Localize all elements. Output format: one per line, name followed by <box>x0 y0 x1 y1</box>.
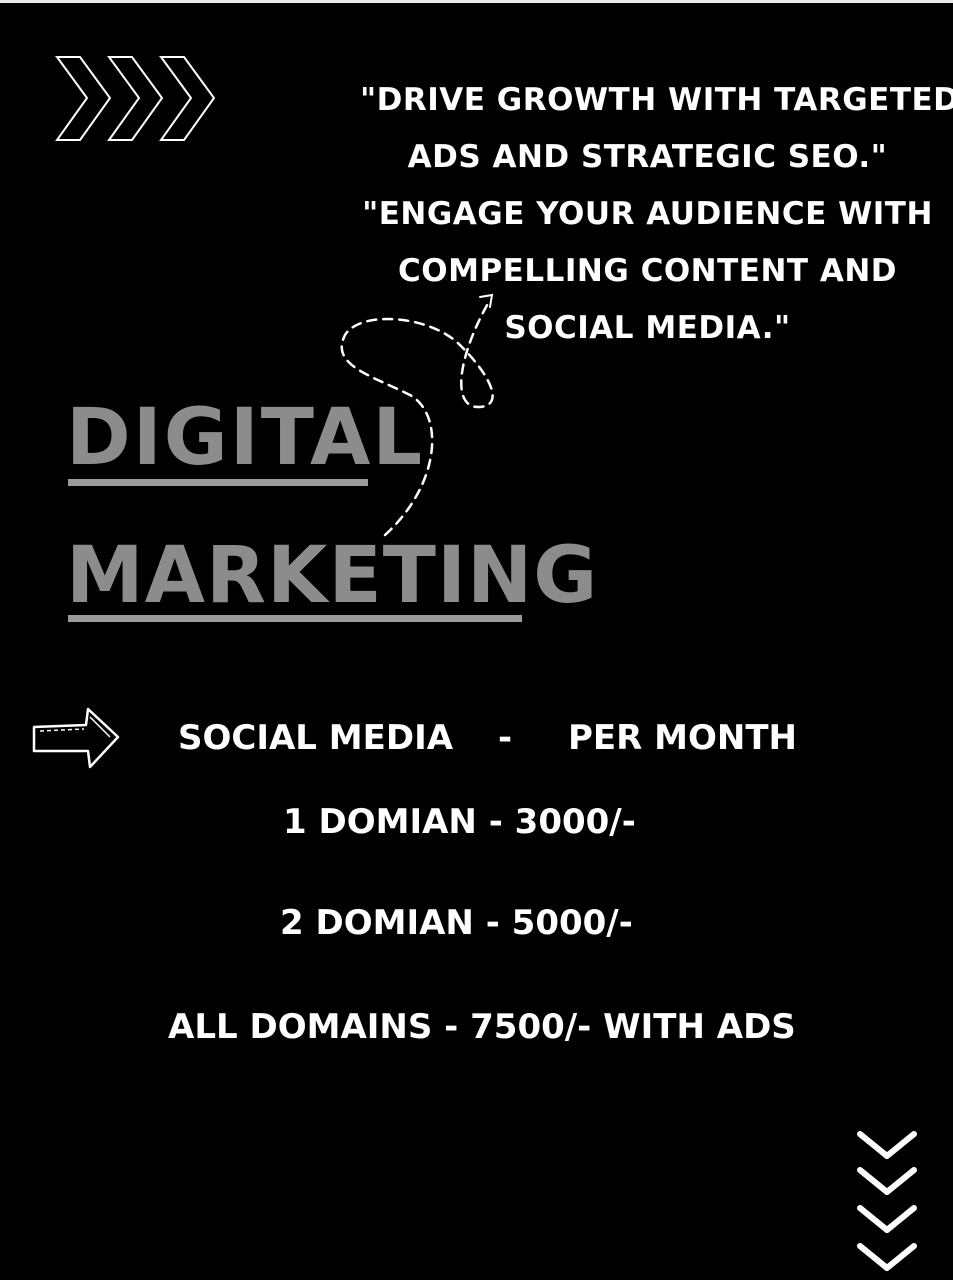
title-marketing: MARKETING <box>66 531 599 621</box>
chevrons-down-icon <box>857 1131 917 1271</box>
pricing-period-label: PER MONTH <box>568 718 798 758</box>
quote-line: ADS AND STRATEGIC SEO." <box>407 139 888 175</box>
quote-line: "ENGAGE YOUR AUDIENCE WITH <box>362 196 933 232</box>
chevrons-right-icon <box>55 56 216 141</box>
title-underline <box>68 615 522 622</box>
top-edge-strip <box>0 0 953 3</box>
hand-drawn-arrow-right-icon <box>32 707 120 769</box>
quote-line: "DRIVE GROWTH WITH TARGETED <box>360 82 953 118</box>
pricing-row: ALL DOMAINS - 7500/- WITH ADS <box>168 1007 796 1047</box>
pricing-service-label: SOCIAL MEDIA <box>178 718 454 758</box>
pricing-separator: - <box>498 718 513 758</box>
pricing-row: 2 DOMIAN - 5000/- <box>280 903 633 943</box>
title-underline <box>68 479 368 486</box>
pricing-header: SOCIAL MEDIA - PER MONTH <box>178 718 798 758</box>
pricing-row: 1 DOMIAN - 3000/- <box>283 802 636 842</box>
title-digital: DIGITAL <box>66 393 425 483</box>
